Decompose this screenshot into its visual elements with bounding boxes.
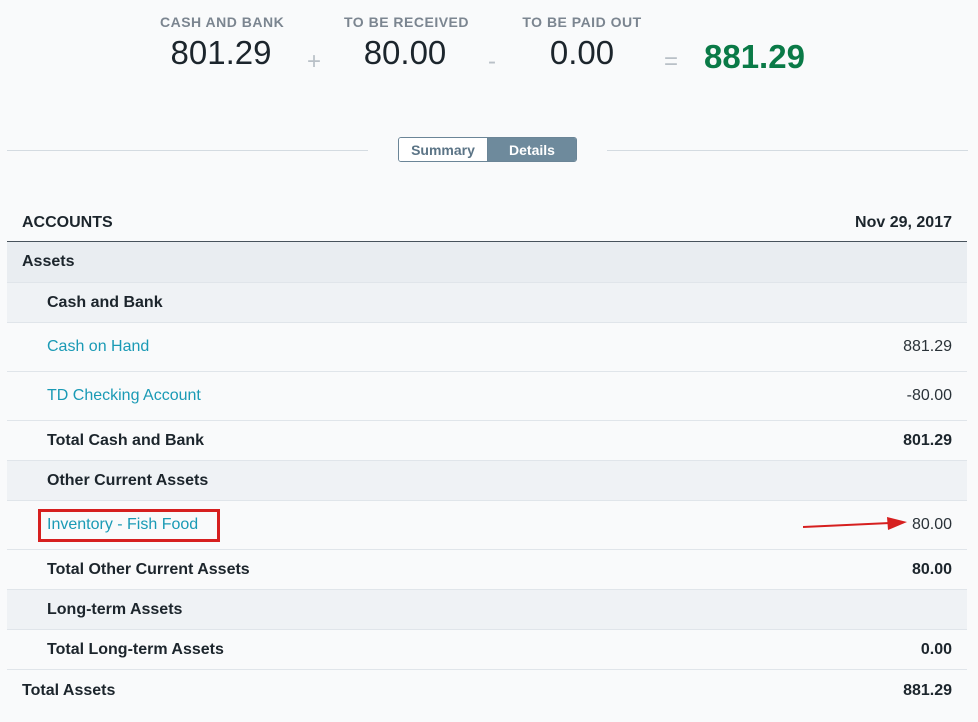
table-header: ACCOUNTS Nov 29, 2017 bbox=[7, 205, 967, 242]
total-other-current-assets-value: 80.00 bbox=[911, 560, 952, 578]
plus-sign: + bbox=[307, 48, 322, 75]
long-term-assets-group-title: Long-term Assets bbox=[47, 600, 183, 618]
details-tab[interactable]: Details bbox=[488, 138, 576, 161]
to-be-received-value: 80.00 bbox=[363, 34, 447, 71]
total-long-term-assets-row: Total Long-term Assets 0.00 bbox=[7, 629, 967, 669]
total-assets-label: Total Assets bbox=[22, 681, 116, 699]
total-assets-row: Total Assets 881.29 bbox=[7, 669, 967, 711]
long-term-assets-group-header: Long-term Assets bbox=[7, 589, 967, 629]
account-link-td-checking[interactable]: TD Checking Account bbox=[47, 387, 201, 405]
net-balance-value: 881.29 bbox=[704, 38, 805, 75]
total-cash-and-bank-row: Total Cash and Bank 801.29 bbox=[7, 420, 967, 460]
to-be-received-label: TO BE RECEIVED bbox=[344, 14, 469, 30]
annotation-highlight-box bbox=[38, 509, 220, 542]
account-value-inventory-fish-food: 80.00 bbox=[911, 516, 952, 533]
divider-right bbox=[607, 150, 968, 151]
cash-and-bank-metric: CASH AND BANK 801.29 bbox=[160, 14, 285, 72]
to-be-paid-out-label: TO BE PAID OUT bbox=[522, 14, 642, 30]
balance-summary: CASH AND BANK 801.29 + TO BE RECEIVED 80… bbox=[0, 14, 978, 84]
equals-sign: = bbox=[664, 48, 679, 75]
cash-and-bank-value: 801.29 bbox=[170, 34, 272, 71]
to-be-paid-out-metric: TO BE PAID OUT 0.00 bbox=[522, 14, 642, 72]
account-row-inventory-fish-food: Inventory - Fish Food 80.00 bbox=[7, 500, 967, 549]
cash-and-bank-group-header: Cash and Bank bbox=[7, 282, 967, 322]
cash-and-bank-label: CASH AND BANK bbox=[160, 14, 285, 30]
annotation-arrow-icon bbox=[803, 517, 907, 530]
assets-section-header: Assets bbox=[7, 242, 967, 282]
total-other-current-assets-row: Total Other Current Assets 80.00 bbox=[7, 549, 967, 589]
summary-tab[interactable]: Summary bbox=[399, 138, 488, 161]
account-value-cash-on-hand: 881.29 bbox=[903, 338, 952, 355]
total-long-term-assets-value: 0.00 bbox=[920, 640, 952, 658]
account-value-td-checking: -80.00 bbox=[906, 387, 952, 404]
accounts-table: ACCOUNTS Nov 29, 2017 Assets Cash and Ba… bbox=[7, 205, 967, 711]
date-column-header: Nov 29, 2017 bbox=[855, 214, 952, 231]
minus-sign: - bbox=[488, 48, 496, 75]
account-row-cash-on-hand: Cash on Hand 881.29 bbox=[7, 322, 967, 371]
view-toggle: Summary Details bbox=[398, 137, 577, 162]
to-be-received-metric: TO BE RECEIVED 80.00 bbox=[344, 14, 469, 72]
total-cash-and-bank-label: Total Cash and Bank bbox=[47, 431, 205, 449]
total-assets-value: 881.29 bbox=[903, 681, 952, 699]
accounts-column-header: ACCOUNTS bbox=[22, 214, 113, 231]
total-other-current-assets-label: Total Other Current Assets bbox=[47, 560, 250, 578]
total-cash-and-bank-value: 801.29 bbox=[903, 431, 952, 449]
account-row-td-checking: TD Checking Account -80.00 bbox=[7, 371, 967, 420]
account-link-cash-on-hand[interactable]: Cash on Hand bbox=[47, 338, 149, 356]
to-be-paid-out-value: 0.00 bbox=[549, 34, 615, 71]
other-current-assets-group-title: Other Current Assets bbox=[47, 471, 209, 489]
other-current-assets-group-header: Other Current Assets bbox=[7, 460, 967, 500]
total-long-term-assets-label: Total Long-term Assets bbox=[47, 640, 224, 658]
cash-and-bank-group-title: Cash and Bank bbox=[47, 293, 163, 311]
divider-left bbox=[7, 150, 368, 151]
assets-label: Assets bbox=[22, 253, 75, 270]
